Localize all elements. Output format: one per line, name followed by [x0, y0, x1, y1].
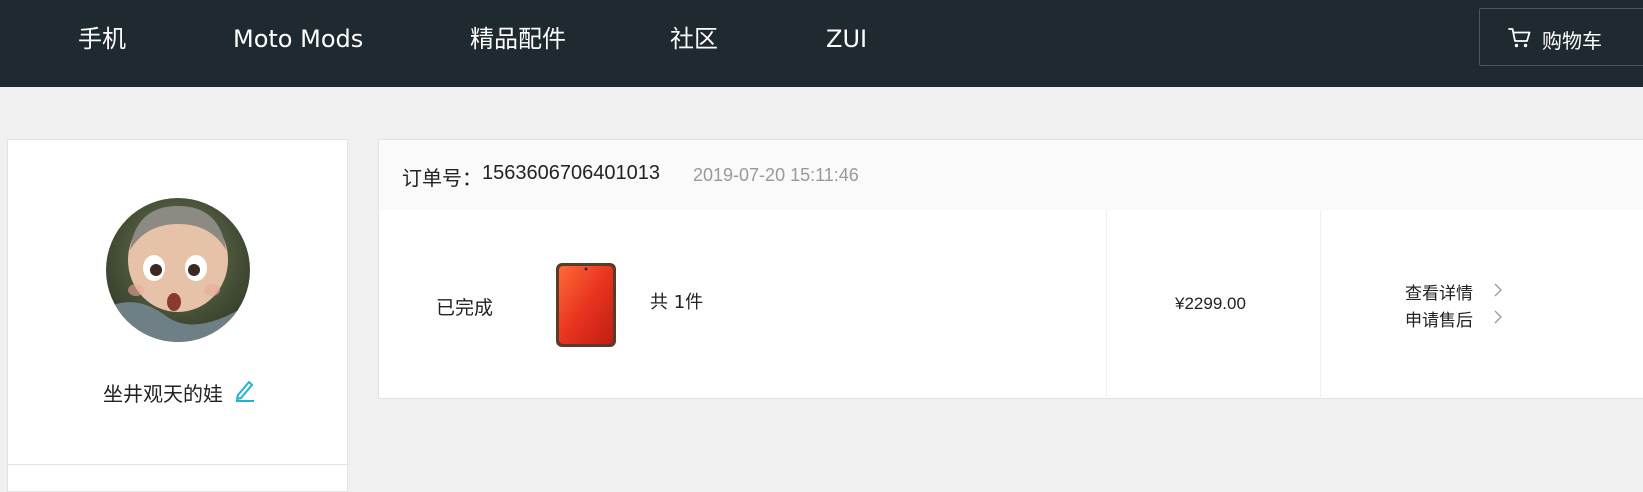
after-sales-link[interactable]: 申请售后 [1405, 306, 1502, 331]
profile-card: 坐井观天的娃 [7, 139, 348, 469]
order-card: 订单号： 1563606706401013 2019-07-20 15:11:4… [378, 139, 1643, 400]
shopping-cart-icon [1508, 28, 1531, 48]
chevron-right-icon [1494, 310, 1502, 324]
order-number: 1563606706401013 [482, 162, 660, 184]
username: 坐井观天的娃 [103, 382, 223, 406]
avatar-image [106, 198, 250, 342]
top-navigation-bar: 手机 Moto Mods 精品配件 社区 ZUI 购物车 [0, 0, 1643, 87]
cart-label: 购物车 [1542, 29, 1602, 53]
nav-item-phones[interactable]: 手机 [78, 22, 126, 56]
cart-button[interactable]: 购物车 [1479, 8, 1643, 66]
nav-item-zui[interactable]: ZUI [826, 22, 867, 56]
chevron-right-icon [1494, 283, 1502, 297]
column-divider [1106, 210, 1107, 400]
edit-pencil-icon[interactable] [234, 378, 256, 402]
order-timestamp: 2019-07-20 15:11:46 [693, 165, 859, 185]
order-quantity: 共 1件 [650, 292, 704, 313]
order-price: ¥2299.00 [1175, 294, 1246, 313]
view-details-link[interactable]: 查看详情 [1405, 279, 1502, 304]
view-details-label: 查看详情 [1405, 284, 1473, 304]
order-status: 已完成 [436, 297, 494, 319]
avatar[interactable] [106, 198, 250, 342]
product-thumbnail[interactable] [555, 262, 617, 348]
nav-item-moto-mods[interactable]: Moto Mods [233, 22, 363, 56]
column-divider [1320, 210, 1321, 400]
nav-item-community[interactable]: 社区 [670, 22, 718, 56]
profile-menu-panel [7, 464, 348, 492]
order-number-label: 订单号： [402, 166, 482, 190]
order-header: 订单号： 1563606706401013 2019-07-20 15:11:4… [379, 140, 1643, 210]
after-sales-label: 申请售后 [1405, 311, 1473, 331]
nav-item-accessories[interactable]: 精品配件 [470, 22, 566, 56]
